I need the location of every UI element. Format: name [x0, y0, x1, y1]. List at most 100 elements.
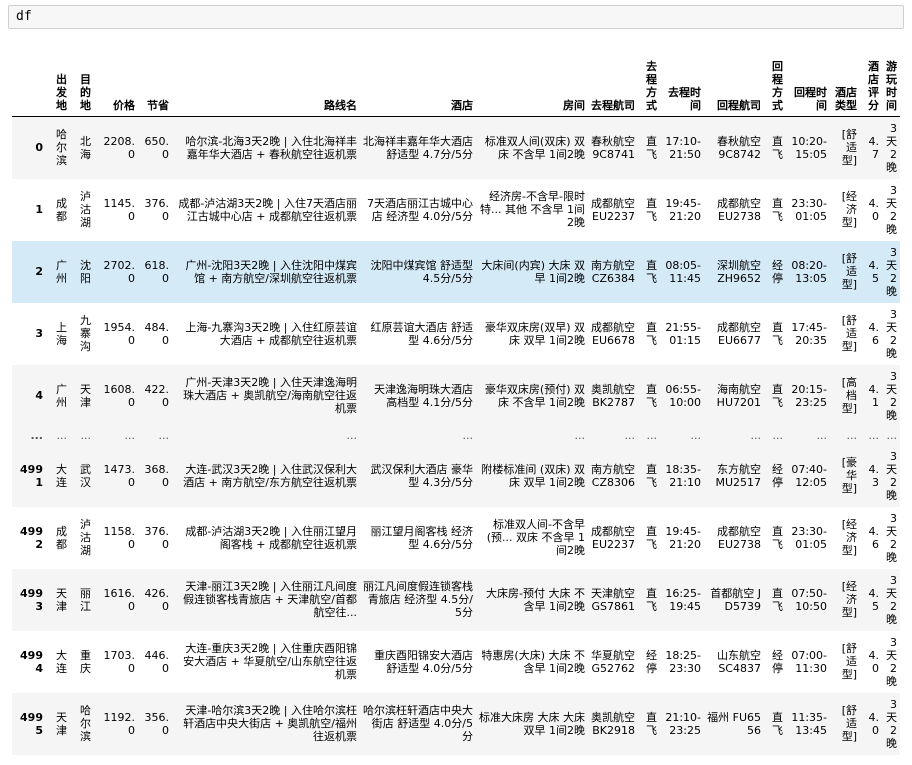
- table-cell: 21:10-23:25: [660, 693, 704, 755]
- table-cell: 3天2晚: [882, 631, 900, 693]
- table-cell: 广州-沈阳3天2晚 | 入住沈阳中煤宾馆 + 南方航空/深圳航空往返机票: [172, 241, 360, 303]
- cell-text: 1473.0: [103, 462, 136, 489]
- cell-text: ...: [690, 429, 702, 442]
- cell-text: 3天2晚: [886, 183, 897, 236]
- table-row[interactable]: 4 广州 天津 1608.0 422.0 广州-天津3天2晚 | 入住天津逸海明珠大酒店 …: [12, 364, 900, 427]
- table-cell: 18:35-21:10: [660, 445, 704, 507]
- table-cell: 4.5: [860, 569, 882, 631]
- cell-text: 直飞: [772, 586, 783, 613]
- cell-text: 九寨沟: [80, 314, 91, 353]
- table-cell: 成都航空 EU2738: [704, 179, 764, 241]
- cell-text: 标准双人间-不含早(预... 双床 不含早 1间2晚: [486, 518, 585, 557]
- table-cell: 上海: [46, 303, 70, 365]
- table-cell: 4.7: [860, 117, 882, 179]
- table-cell: [舒适型]: [830, 693, 860, 755]
- table-cell: 1703.0: [94, 631, 138, 693]
- cell-text: 哈尔滨: [56, 128, 67, 168]
- cell-text: 4.0: [868, 710, 880, 737]
- cell-text: 天津-哈尔滨3天2晚 | 入住哈尔滨枉轩酒店中央大街店 + 奥凯航空/福州往返机…: [183, 704, 357, 743]
- table-cell: 2702.0: [94, 241, 138, 303]
- table-cell: ...: [764, 427, 786, 445]
- table-cell: 天津-哈尔滨3天2晚 | 入住哈尔滨枉轩酒店中央大街店 + 奥凯航空/福州往返机…: [172, 693, 360, 755]
- cell-text: 福州 FU6556: [707, 710, 761, 737]
- column-header: 去程时间: [660, 46, 704, 117]
- cell-text: 4.5: [868, 258, 880, 285]
- cell-text: 4.0: [868, 648, 880, 675]
- cell-text: 豪华双床房(预付) 双床 不含早 1间2晚: [484, 382, 585, 409]
- table-cell: 红原芸谊大酒店 舒适型 4.6分/5分: [360, 303, 476, 365]
- cell-text: 天津: [56, 710, 67, 737]
- table-cell: 春秋航空 9C8742: [704, 117, 764, 179]
- cell-text: 07:50-10:50: [791, 586, 827, 613]
- cell-text: 红原芸谊大酒店 舒适型 4.6分/5分: [370, 320, 474, 347]
- cell-text: 376.0: [144, 524, 170, 551]
- table-cell: 446.0: [138, 631, 172, 693]
- table-cell: 豪华双床房(双早) 双床 双早 1间2晚: [476, 303, 588, 365]
- column-header: 酒店类型: [830, 46, 860, 117]
- table-cell: 南方航空 CZ6384: [588, 241, 638, 303]
- code-cell-input[interactable]: df: [8, 5, 904, 29]
- cell-text: 天津: [56, 586, 67, 613]
- table-cell: 广州-天津3天2晚 | 入住天津逸海明珠大酒店 + 奥凯航空/海南航空往返机票: [172, 365, 360, 427]
- column-header: 节省: [138, 46, 172, 117]
- cell-text: 南方航空 CZ6384: [591, 258, 635, 285]
- ellipsis-row[interactable]: ........................................…: [12, 426, 900, 445]
- table-cell: 直飞: [764, 693, 786, 755]
- cell-text: 春秋航空 9C8742: [717, 134, 761, 161]
- table-body: 0 哈尔滨 北海 2208.0 650.0 哈尔滨-北海3天2晚 | 入住北海祥丰嘉年华大…: [12, 116, 900, 755]
- table-row[interactable]: 4992 成都 泸沽湖 1158.0 376.0 成都-泸沽湖3天2晚 | 入住丽江望月阁…: [12, 507, 900, 569]
- cell-text: 3天2晚: [886, 121, 897, 174]
- cell-text: [豪华型]: [841, 456, 857, 495]
- table-cell: 4.0: [860, 693, 882, 755]
- table-row[interactable]: 1 成都 泸沽湖 1145.0 376.0 成都-泸沽湖3天2晚 | 入住7天酒店丽江古城…: [12, 179, 900, 241]
- cell-text: 武汉: [80, 462, 91, 489]
- table-row[interactable]: 4995 天津 哈尔滨 1192.0 356.0 天津-哈尔滨3天2晚 | 入住哈尔滨枉轩…: [12, 692, 900, 755]
- table-cell: [经济型]: [830, 507, 860, 569]
- cell-text: 大连: [56, 648, 67, 675]
- table-row[interactable]: 4994 大连 重庆 1703.0 446.0 大连-重庆3天2晚 | 入住重庆酉阳锦安大…: [12, 631, 900, 693]
- cell-text: 奥凯航空 BK2918: [591, 710, 635, 737]
- table-cell: 哈尔滨: [70, 693, 94, 755]
- row-index: 0: [35, 141, 43, 155]
- table-cell: 大连-重庆3天2晚 | 入住重庆酉阳锦安大酒店 + 华夏航空/山东航空往返机票: [172, 631, 360, 693]
- table-row[interactable]: 4991 大连 武汉 1473.0 368.0 大连-武汉3天2晚 | 入住武汉保利大酒店…: [12, 444, 900, 507]
- table-cell: 成都航空 EU2738: [704, 507, 764, 569]
- table-cell: ...: [830, 427, 860, 445]
- cell-text: 直飞: [772, 196, 783, 223]
- column-header: 去程航司: [588, 46, 638, 117]
- cell-text: 成都航空 EU2237: [591, 196, 635, 223]
- cell-text: 3天2晚: [886, 573, 897, 626]
- table-cell: 19:45-21:20: [660, 179, 704, 241]
- table-row[interactable]: 3 上海 九寨沟 1954.0 484.0 上海-九寨沟3天2晚 | 入住红原芸谊大酒店 …: [12, 303, 900, 365]
- table-cell: 华夏航空 G52762: [588, 631, 638, 693]
- cell-text: 上海: [56, 320, 67, 347]
- cell-text: 成都航空 EU2237: [591, 524, 635, 551]
- cell-text: 422.0: [144, 382, 170, 409]
- cell-text: 直飞: [772, 524, 783, 551]
- table-cell: 成都: [46, 507, 70, 569]
- cell-text: 大连: [56, 462, 67, 489]
- cell-text: 成都: [56, 524, 67, 551]
- table-row[interactable]: 4993 天津 丽江 1616.0 426.0 天津-丽江3天2晚 | 入住丽江凡间度假连…: [12, 568, 900, 631]
- cell-text: 20:15-23:25: [791, 382, 827, 409]
- table-cell: 3天2晚: [882, 117, 900, 179]
- table-cell: 3天2晚: [882, 179, 900, 241]
- table-row[interactable]: 0 哈尔滨 北海 2208.0 650.0 哈尔滨-北海3天2晚 | 入住北海祥丰嘉年华大…: [12, 116, 900, 179]
- table-cell: 484.0: [138, 303, 172, 365]
- table-cell: 3天2晚: [882, 507, 900, 569]
- cell-text: 成都-泸沽湖3天2晚 | 入住丽江望月阁客栈 + 成都航空往返机票: [185, 524, 357, 551]
- cell-text: 4.7: [868, 134, 880, 161]
- cell-text: [经济型]: [841, 518, 857, 557]
- table-cell: ...: [638, 427, 660, 445]
- table-cell: 山东航空 SC4837: [704, 631, 764, 693]
- cell-text: 21:10-23:25: [665, 710, 701, 737]
- dataframe-output: 出发地 目的地 价格 节省 路线名 酒店 房间 去程航司 去程方式 去程时间 回程航司 回程方式 回程时…: [12, 46, 900, 758]
- cell-text: 16:25-19:45: [665, 586, 701, 613]
- table-cell: 20:15-23:25: [786, 365, 830, 427]
- row-index: 3: [35, 327, 43, 340]
- cell-text: 重庆: [80, 648, 91, 675]
- table-cell: 17:45-20:35: [786, 303, 830, 365]
- cell-text: 3天2晚: [886, 307, 897, 360]
- table-row[interactable]: 2 广州 沈阳 2702.0 618.0 广州-沈阳3天2晚 | 入住沈阳中煤宾馆 + 南…: [12, 240, 900, 303]
- cell-text: 4.6: [868, 524, 880, 551]
